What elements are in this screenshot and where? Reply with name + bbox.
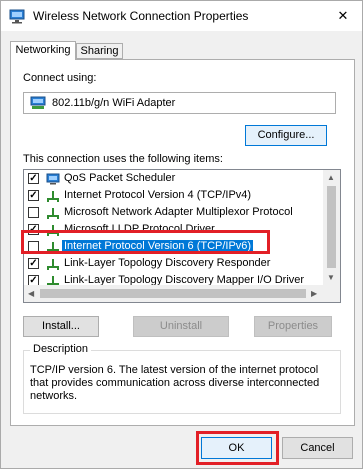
scroll-right-icon[interactable]: ▶ [311, 289, 317, 298]
network-connection-icon [9, 9, 25, 24]
close-icon: ✕ [337, 8, 349, 23]
item-checkbox[interactable]: ✓ [28, 258, 39, 269]
item-checkbox[interactable]: ✓ [28, 173, 39, 184]
tab-networking[interactable]: Networking [10, 41, 76, 60]
list-item[interactable]: ✓ QoS Packet Scheduler [24, 171, 324, 187]
scroll-down-icon[interactable]: ▼ [327, 273, 335, 282]
vertical-scroll-thumb[interactable] [327, 186, 336, 268]
item-label: QoS Packet Scheduler [64, 172, 176, 184]
vertical-scrollbar[interactable]: ▲ ▼ [323, 170, 340, 285]
item-label: Link-Layer Topology Discovery Responder [64, 257, 271, 269]
scheduler-icon [46, 173, 60, 185]
cancel-button[interactable]: Cancel [282, 437, 353, 459]
configure-button-label: Configure... [257, 129, 315, 141]
install-button[interactable]: Install... [23, 316, 99, 337]
uninstall-button[interactable]: Uninstall [133, 316, 229, 337]
adapter-name: 802.11b/g/n WiFi Adapter [52, 97, 176, 109]
scroll-up-icon[interactable]: ▲ [327, 173, 335, 182]
protocol-icon [47, 259, 59, 270]
tab-networking-label: Networking [15, 44, 71, 56]
title-bar: Wireless Network Connection Properties ✕ [1, 1, 362, 31]
ipv6-highlight-outline [21, 230, 270, 254]
tab-sharing-label: Sharing [80, 45, 119, 57]
tab-sharing[interactable]: Sharing [76, 43, 123, 59]
properties-button[interactable]: Properties [254, 316, 332, 337]
list-item[interactable]: ✓ Link-Layer Topology Discovery Responde… [24, 256, 324, 272]
network-adapter-icon [30, 96, 46, 109]
item-label: Internet Protocol Version 4 (TCP/IPv4) [64, 189, 252, 201]
properties-dialog: Wireless Network Connection Properties ✕… [0, 0, 363, 469]
description-text: TCP/IP version 6. The latest version of … [30, 364, 320, 402]
protocol-icon [47, 208, 59, 219]
item-checkbox[interactable]: ✓ [28, 190, 39, 201]
properties-button-label: Properties [267, 320, 319, 332]
items-label: This connection uses the following items… [23, 153, 223, 165]
description-group: Description TCP/IP version 6. The latest… [23, 343, 341, 414]
list-item[interactable]: ✓ Internet Protocol Version 4 (TCP/IPv4) [24, 188, 324, 204]
uninstall-button-label: Uninstall [159, 320, 203, 332]
item-checkbox[interactable] [28, 207, 39, 218]
configure-button[interactable]: Configure... [245, 125, 327, 146]
description-legend: Description [30, 343, 92, 355]
close-button[interactable]: ✕ [332, 5, 354, 27]
protocol-icon [47, 191, 59, 202]
install-button-label: Install... [42, 320, 80, 332]
scroll-left-icon[interactable]: ◀ [28, 289, 34, 298]
horizontal-scrollbar[interactable]: ◀ ▶ [24, 285, 340, 302]
item-label: Microsoft Network Adapter Multiplexor Pr… [64, 206, 293, 218]
cancel-button-label: Cancel [300, 442, 335, 454]
adapter-field: 802.11b/g/n WiFi Adapter [23, 92, 336, 114]
connect-using-label: Connect using: [23, 72, 97, 84]
window-title: Wireless Network Connection Properties [33, 9, 249, 23]
list-item[interactable]: Microsoft Network Adapter Multiplexor Pr… [24, 205, 324, 221]
horizontal-scroll-thumb[interactable] [40, 289, 306, 298]
ok-highlight-outline [196, 431, 279, 465]
